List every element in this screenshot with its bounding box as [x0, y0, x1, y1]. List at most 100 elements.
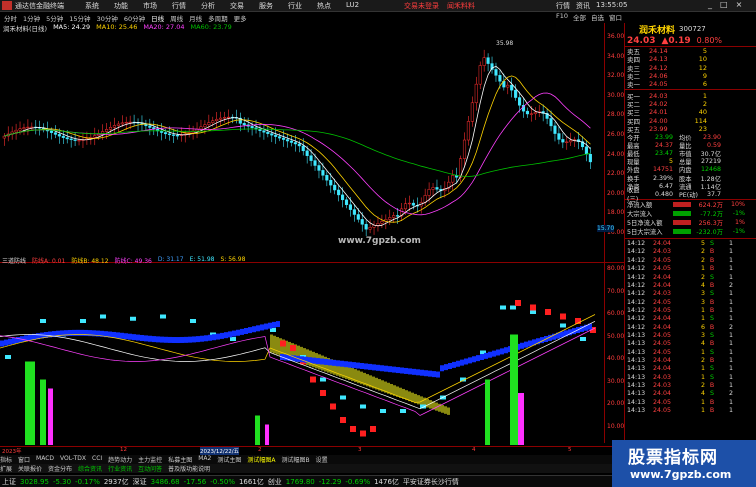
cy-index-label[interactable]: 创业: [268, 477, 282, 487]
app-logo-icon: [2, 1, 12, 10]
candle-body: [368, 226, 372, 230]
tick-count: 2: [728, 323, 733, 331]
indicator-chart[interactable]: [0, 265, 604, 445]
menu-item[interactable]: 分析: [201, 1, 230, 11]
indicator-tab[interactable]: 测试幅图A: [247, 455, 275, 464]
period-tab[interactable]: 5分钟: [46, 13, 63, 23]
indicator-tab[interactable]: CCI: [92, 455, 102, 464]
indicator-tab[interactable]: 指标: [0, 455, 12, 464]
flow-bar: [673, 220, 691, 226]
info-tab[interactable]: 互动问答: [138, 464, 162, 473]
period-tab[interactable]: 月线: [189, 13, 202, 23]
sz-index-label[interactable]: 深证: [133, 477, 147, 487]
candlestick-chart[interactable]: 35.98: [0, 33, 604, 251]
tick-count: 1: [728, 331, 733, 339]
period-tab[interactable]: 30分钟: [97, 13, 118, 23]
menu-item[interactable]: 功能: [114, 1, 143, 11]
login-status-text[interactable]: 交易未登录: [404, 1, 439, 11]
indicator-tab[interactable]: VOL-TDX: [60, 455, 86, 464]
close-icon[interactable]: ×: [736, 0, 743, 9]
sz-index-value: 3486.68: [150, 477, 180, 486]
tick-price: 24.04: [653, 356, 672, 364]
defense-line-b: [368, 363, 372, 370]
defense-line-b: [152, 336, 156, 343]
defense-line-a: [360, 430, 366, 437]
candle-body: [171, 134, 175, 136]
login-status: 交易未登录 闻禾料料: [404, 1, 475, 11]
tick-volume: 1: [700, 407, 705, 415]
tick-volume: 1: [700, 398, 705, 406]
tick-price: 24.03: [653, 381, 672, 389]
minimize-icon[interactable]: _: [708, 0, 712, 9]
tick-volume: 1: [700, 306, 705, 314]
defense-line-b: [112, 331, 116, 338]
ask-row[interactable]: 卖一 24.05 6: [625, 80, 756, 89]
flow-value: 256.3万: [698, 220, 723, 228]
indicator-tab[interactable]: MACD: [36, 455, 54, 464]
period-tab[interactable]: 日线: [151, 13, 164, 23]
period-tab[interactable]: 15分钟: [69, 13, 90, 23]
menu-item[interactable]: LU2: [346, 1, 375, 11]
period-tab[interactable]: 60分钟: [124, 13, 145, 23]
period-tab[interactable]: 周线: [170, 13, 183, 23]
menu-item[interactable]: 行情: [172, 1, 201, 11]
indicator-tab[interactable]: 测试主图: [217, 455, 241, 464]
indicator-tab[interactable]: MA2: [198, 455, 211, 464]
window-button[interactable]: 窗口: [609, 12, 622, 23]
defense-line-b: [216, 333, 220, 340]
tick-row: 14:12 24.04 4 B 2: [625, 281, 756, 289]
defense-line-a: [350, 426, 356, 432]
defense-line-b: [320, 358, 324, 365]
defense-line-e: [320, 377, 326, 382]
indicator-tab[interactable]: 测试幅图B: [281, 455, 309, 464]
menu-item[interactable]: 市场: [143, 1, 172, 11]
info-tab[interactable]: 关联报价: [18, 464, 42, 473]
title-bar: 通达信金融终端 系统 功能 市场 行情 分析 交易 服务 行业 热点 LU2 交…: [0, 0, 756, 12]
price-tick-label: 26.00: [607, 131, 625, 138]
period-tab[interactable]: 多周期: [208, 13, 228, 23]
indicator-tab[interactable]: 窗口: [18, 455, 30, 464]
tick-time: 14:12: [627, 323, 646, 331]
tick-side: B: [709, 407, 715, 415]
indicator-tab[interactable]: 私募主图: [168, 455, 192, 464]
f10-button[interactable]: F10: [556, 12, 568, 23]
tick-price: 24.04: [653, 365, 672, 373]
maximize-icon[interactable]: □: [720, 0, 728, 9]
info-tab[interactable]: 资金分布: [48, 464, 72, 473]
info-tab[interactable]: 普及版功能说明: [168, 464, 210, 473]
sh-index-label[interactable]: 上证: [2, 477, 16, 487]
watermark-url: www.7gpzb.com: [338, 236, 421, 246]
defense-line-a: [330, 403, 336, 410]
menu-item[interactable]: 热点: [317, 1, 346, 11]
menu-item[interactable]: 交易: [230, 1, 259, 11]
candle-body: [388, 217, 392, 220]
tick-count: 2: [728, 390, 733, 398]
indicator-name[interactable]: 三道防线: [2, 256, 26, 265]
candle-body: [128, 121, 132, 124]
menu-item[interactable]: 服务: [259, 1, 288, 11]
quotes-link[interactable]: 行情: [556, 1, 570, 11]
info-tab[interactable]: 行业资讯: [108, 464, 132, 473]
fund-flows: 净流入额 624.2万 10% 大宗流入 -77.2万 -1% 5日净流入额 256.3万 1%…: [625, 199, 756, 236]
all-button[interactable]: 全部: [573, 12, 586, 23]
info-tab[interactable]: 综合资讯: [78, 464, 102, 473]
period-tab[interactable]: 更多: [234, 13, 247, 23]
defense-line-b: [432, 371, 436, 378]
defense-line-e: [5, 355, 11, 359]
period-tab[interactable]: 1分钟: [23, 13, 40, 23]
menu-item[interactable]: 系统: [85, 1, 114, 11]
stock-code: 300727: [679, 25, 706, 33]
defense-line-b: [476, 355, 480, 362]
defense-line-b: [240, 328, 244, 335]
tick-time: 14:13: [627, 331, 646, 339]
watchlist-button[interactable]: 自选: [591, 12, 604, 23]
info-tab[interactable]: 扩展: [0, 464, 12, 473]
period-tab[interactable]: 分时: [4, 13, 17, 23]
stock-link[interactable]: 闻禾料料: [447, 1, 475, 11]
indicator-tab[interactable]: 趋势动力: [108, 455, 132, 464]
news-link[interactable]: 资讯: [576, 1, 590, 11]
tick-list[interactable]: 14:12 24.04 5 S 1 14:12 24.03 2 B 1 14:12 24.05 2 B 1 1…: [625, 238, 756, 414]
indicator-tab[interactable]: 主力监控: [138, 455, 162, 464]
indicator-tab[interactable]: 设置: [316, 455, 328, 464]
menu-item[interactable]: 行业: [288, 1, 317, 11]
